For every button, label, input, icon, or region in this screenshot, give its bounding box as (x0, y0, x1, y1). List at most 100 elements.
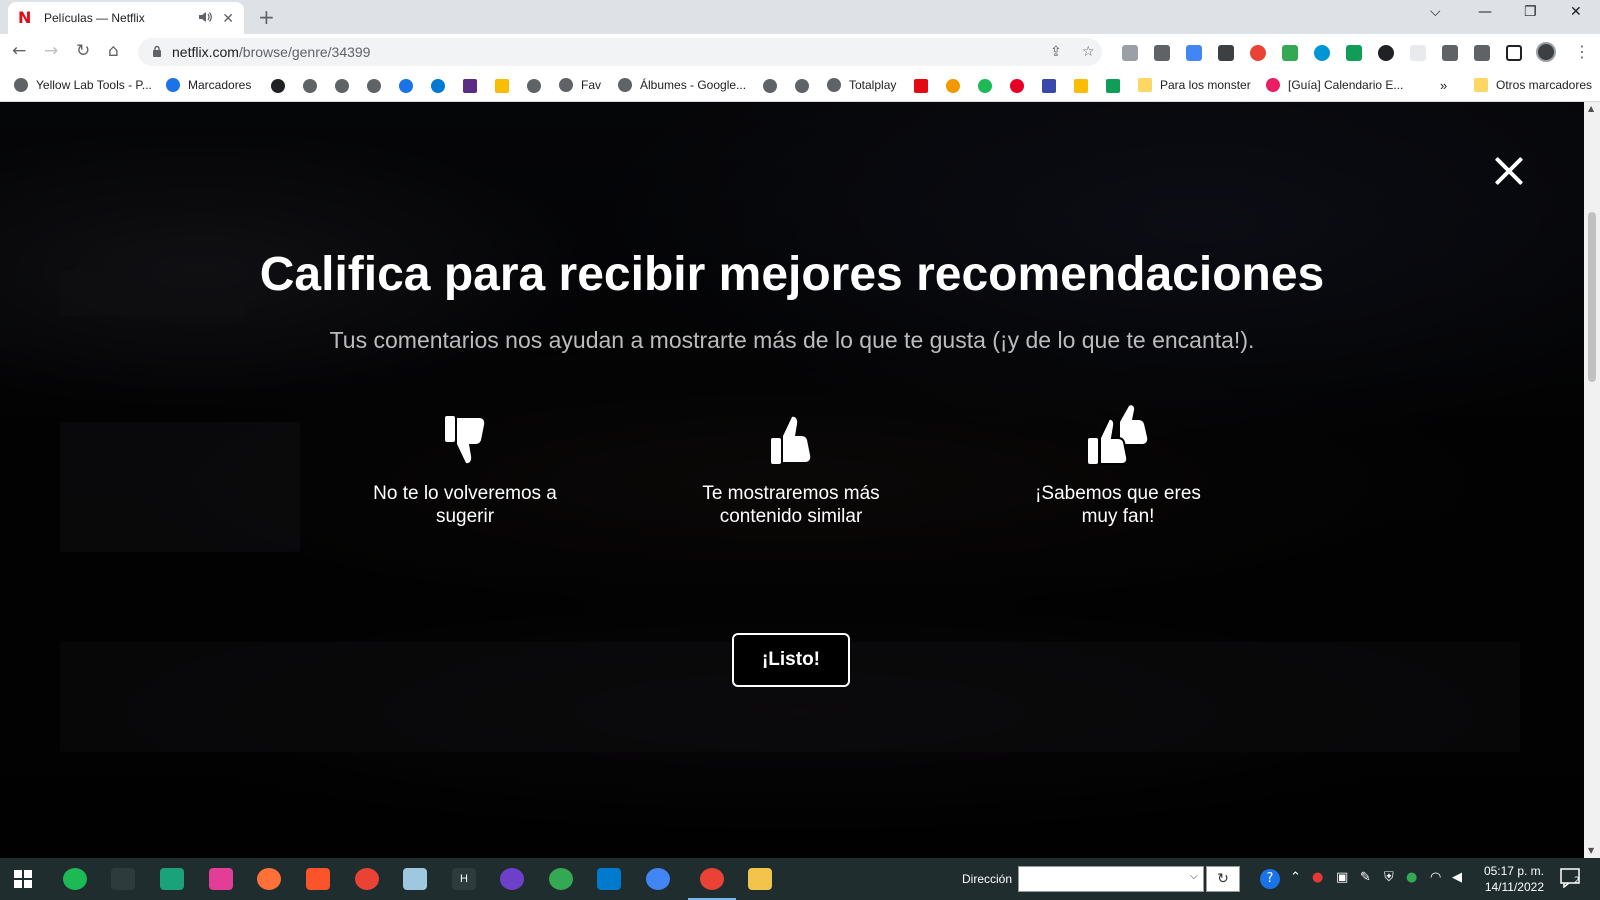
globe-icon[interactable] (795, 79, 809, 93)
system-clock[interactable]: 05:17 p. m. 14/11/2022 (1474, 863, 1544, 895)
speaker-icon[interactable] (198, 11, 213, 26)
profile-bookmark-icon[interactable] (399, 79, 413, 93)
onedrive-icon[interactable] (431, 79, 445, 93)
tray-app-icon[interactable]: ● (1312, 870, 1323, 885)
tray-security-icon[interactable]: ⛨ (1384, 870, 1394, 885)
wifi-icon[interactable]: ◠ (1430, 870, 1441, 885)
option-double-thumbs-up[interactable]: ¡Sabemos que eres muy fan! (1018, 402, 1218, 528)
globe-icon[interactable] (335, 79, 349, 93)
home-button[interactable]: ⌂ (108, 41, 119, 61)
file-explorer-taskbar-icon[interactable] (748, 868, 772, 890)
bookmark-totalplay[interactable]: Totalplay (827, 78, 896, 92)
spotify-icon[interactable] (978, 79, 992, 93)
app-blue-taskbar-icon[interactable] (403, 868, 427, 890)
extensions-puzzle-icon[interactable] (1442, 45, 1458, 61)
github-desktop-taskbar-icon[interactable] (500, 868, 524, 890)
globe-icon[interactable] (303, 79, 317, 93)
scroll-down-icon[interactable]: ▼ (1588, 846, 1594, 855)
bookmark-albumes-google[interactable]: Álbumes - Google... (618, 78, 746, 92)
bookmark-marcadores[interactable]: Marcadores (166, 78, 251, 92)
page-scrollbar[interactable]: ▲ ▼ (1584, 102, 1600, 858)
address-bar[interactable]: netflix.com/browse/genre/34399 (138, 38, 1102, 66)
extension-tools-icon[interactable] (1218, 45, 1234, 61)
tray-device-icon[interactable]: ▣ (1336, 870, 1348, 885)
calendar-icon[interactable] (1042, 79, 1056, 93)
link-icon (1266, 78, 1280, 92)
window-close-button[interactable]: ✕ (1570, 4, 1582, 20)
drive-icon[interactable] (495, 79, 509, 93)
keep-icon[interactable] (1074, 79, 1088, 93)
tab-title: Películas — Netflix (44, 11, 145, 25)
tab-netflix[interactable]: N Películas — Netflix ✕ (8, 2, 244, 34)
globe-icon[interactable] (527, 79, 541, 93)
forward-button[interactable]: → (44, 41, 58, 61)
extension-badge-icon[interactable] (1250, 45, 1266, 61)
new-tab-button[interactable]: + (258, 5, 275, 29)
back-button[interactable]: ← (12, 41, 26, 61)
scroll-up-icon[interactable]: ▲ (1588, 104, 1594, 113)
chrome-profile-taskbar-icon[interactable] (549, 868, 573, 890)
tab-close-icon[interactable]: ✕ (222, 10, 234, 27)
chrome-active-taskbar-icon[interactable] (700, 868, 724, 890)
extension-cap-icon[interactable] (1186, 45, 1202, 61)
globe-icon[interactable] (367, 79, 381, 93)
app-taskbar-icon[interactable] (111, 868, 135, 890)
app-h-taskbar-icon[interactable]: H (452, 868, 476, 890)
tab-search-icon[interactable]: ⌵ (1430, 4, 1441, 20)
bookmark-yellow-lab-tools[interactable]: Yellow Lab Tools - P... (14, 78, 152, 92)
restore-button[interactable]: ❐ (1524, 4, 1537, 20)
globe-icon[interactable] (763, 79, 777, 93)
bookmarks-overflow-icon[interactable]: » (1440, 78, 1447, 93)
vscode-taskbar-icon[interactable] (597, 868, 621, 890)
tray-shield-icon[interactable]: ● (1406, 870, 1417, 885)
extension-shield-green-icon[interactable] (1346, 45, 1362, 61)
sheets-icon[interactable] (1106, 79, 1120, 93)
tray-pen-icon[interactable]: ✎ (1360, 870, 1371, 885)
close-icon[interactable] (1494, 156, 1524, 186)
windows-start-icon[interactable] (14, 870, 32, 888)
bookmark-guia-calendario[interactable]: [Guía] Calendario E... (1266, 78, 1403, 92)
scroll-thumb[interactable] (1588, 212, 1596, 382)
option-thumbs-down[interactable]: No te lo volveremos a sugerir (365, 402, 565, 528)
browser-menu-icon[interactable]: ⋮ (1574, 42, 1590, 61)
chevron-down-icon[interactable]: ⌵ (1190, 871, 1198, 882)
side-panel-icon[interactable] (1506, 45, 1522, 61)
reading-list-icon[interactable] (1474, 45, 1490, 61)
extension-drive-icon[interactable] (1282, 45, 1298, 61)
firefox-taskbar-icon[interactable] (257, 868, 281, 890)
address-go-icon[interactable]: ↻ (1206, 866, 1240, 892)
bookmark-para-los-monster[interactable]: Para los monster (1138, 78, 1251, 92)
notification-center-icon[interactable]: 2 (1560, 868, 1582, 892)
option-thumbs-up[interactable]: Te mostraremos más contenido similar (691, 402, 891, 528)
lock-icon[interactable] (152, 45, 162, 60)
extension-square-icon[interactable] (1154, 45, 1170, 61)
share-icon[interactable]: ⇪ (1050, 44, 1062, 60)
app-green-taskbar-icon[interactable] (160, 868, 184, 890)
folder-icon (1138, 78, 1152, 92)
github-icon[interactable] (271, 79, 285, 93)
chrome-profile-2-taskbar-icon[interactable] (646, 868, 670, 890)
volume-icon[interactable]: ◀ (1452, 870, 1462, 885)
brave-taskbar-icon[interactable] (306, 868, 330, 890)
bookmark-fav[interactable]: Fav (559, 78, 601, 92)
bookmark-otros-marcadores[interactable]: Otros marcadores (1474, 78, 1592, 92)
app-pink-taskbar-icon[interactable] (209, 868, 233, 890)
orange-app-icon[interactable] (946, 79, 960, 93)
chrome-taskbar-icon[interactable] (355, 868, 379, 890)
reload-button[interactable]: ↻ (76, 41, 90, 61)
minimize-button[interactable]: — (1478, 4, 1492, 20)
m-app-icon[interactable] (463, 79, 477, 93)
extension-light-icon[interactable] (1410, 45, 1426, 61)
pinterest-icon[interactable] (1010, 79, 1024, 93)
extension-dark-icon[interactable] (1378, 45, 1394, 61)
spotify-taskbar-icon[interactable] (63, 868, 87, 890)
extension-shield-icon[interactable] (1122, 45, 1138, 61)
tray-chevron-up-icon[interactable]: ⌃ (1290, 870, 1301, 885)
profile-avatar[interactable] (1536, 42, 1556, 62)
address-toolbar-input[interactable] (1018, 866, 1204, 892)
extension-hp-icon[interactable] (1314, 45, 1330, 61)
bookmark-star-icon[interactable]: ☆ (1082, 44, 1095, 60)
done-button[interactable]: ¡Listo! (732, 633, 850, 687)
netflix-icon[interactable] (914, 79, 928, 93)
help-icon[interactable]: ? (1260, 869, 1280, 889)
